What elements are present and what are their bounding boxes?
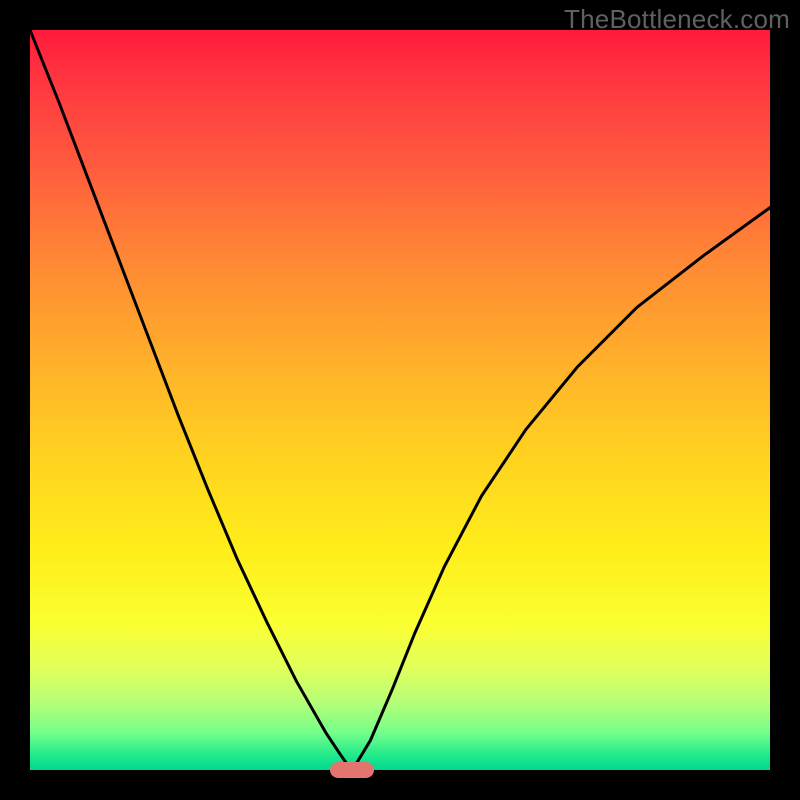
plot-area bbox=[30, 30, 770, 770]
watermark-text: TheBottleneck.com bbox=[564, 4, 790, 35]
curve-svg bbox=[30, 30, 770, 770]
chart-frame: TheBottleneck.com bbox=[0, 0, 800, 800]
curve-path bbox=[30, 30, 770, 770]
minimum-marker bbox=[330, 762, 374, 778]
